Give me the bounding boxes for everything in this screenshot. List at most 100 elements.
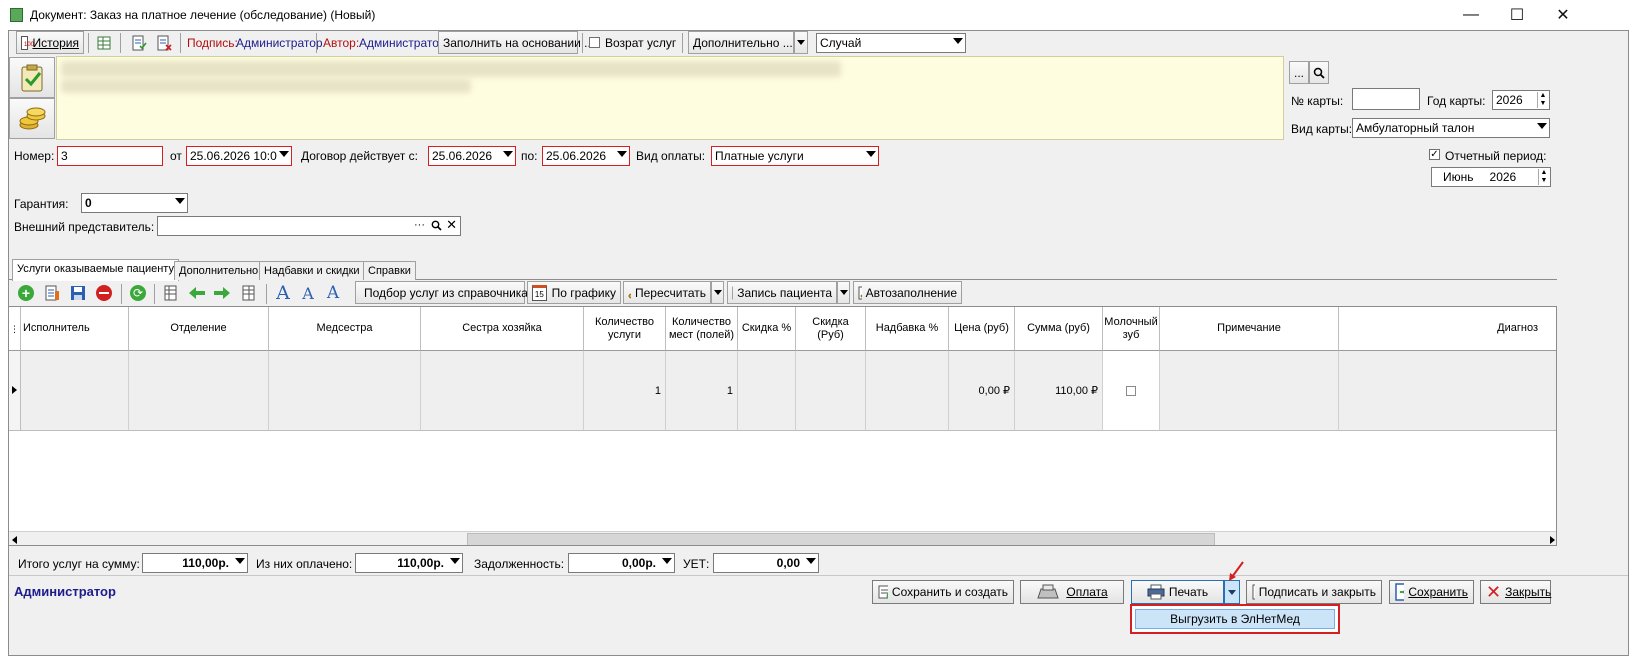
close-icon[interactable]: ✕	[1540, 0, 1586, 30]
history-button[interactable]: 100 История	[16, 31, 84, 54]
sign-value[interactable]: Администратор	[236, 36, 323, 50]
patient-appointment-button[interactable]: Запись пациента	[727, 281, 837, 304]
date-from-input[interactable]: 25.06.2026 10:0	[186, 146, 292, 166]
col-header-discount-rub[interactable]: Скидка (Руб)	[796, 307, 866, 351]
paid-field[interactable]: 110,00р.	[355, 553, 463, 573]
save-icon[interactable]	[67, 282, 89, 304]
minimize-icon[interactable]: —	[1448, 0, 1494, 30]
font-reset-icon[interactable]: A	[322, 282, 344, 304]
payment-button[interactable]: Оплата	[1020, 580, 1124, 604]
card-type-select[interactable]: Амбулаторный талон	[1352, 118, 1550, 138]
row-selector[interactable]	[9, 351, 21, 431]
tab-surcharges[interactable]: Надбавки и скидки	[259, 261, 365, 280]
col-header-surcharge-pct[interactable]: Надбавка %	[866, 307, 949, 351]
extra-dropdown-button[interactable]	[794, 31, 808, 54]
cell-places[interactable]: 1	[666, 351, 738, 431]
scroll-left-icon[interactable]	[12, 536, 17, 544]
debt-field[interactable]: 0,00р.	[568, 553, 675, 573]
card-more-button[interactable]: ...	[1289, 61, 1309, 84]
autofill-button[interactable]: Автозаполнение	[853, 281, 962, 304]
columns-icon[interactable]	[160, 282, 182, 304]
cell-discount-rub[interactable]	[796, 351, 866, 431]
cell-diagnosis[interactable]	[1339, 351, 1556, 431]
cell-quantity[interactable]: 1	[584, 351, 666, 431]
uncheck-list-icon[interactable]	[153, 32, 175, 54]
cell-discount-pct[interactable]	[738, 351, 796, 431]
clear-icon[interactable]: ✕	[446, 217, 457, 233]
number-input[interactable]: 3	[57, 146, 163, 166]
font-smaller-icon[interactable]: A	[297, 282, 319, 304]
cell-nurse[interactable]	[269, 351, 421, 431]
spinner-arrows-icon[interactable]: ▲ ▼	[1537, 92, 1548, 108]
cell-performer[interactable]	[21, 351, 129, 431]
col-header-discount-pct[interactable]: Скидка %	[738, 307, 796, 351]
fill-basis-button[interactable]: Заполнить на основании ...	[438, 31, 594, 54]
col-header-nurse[interactable]: Медсестра	[269, 307, 421, 351]
tab-additional[interactable]: Дополнительно	[174, 261, 264, 280]
col-header-sum[interactable]: Сумма (руб)	[1015, 307, 1103, 351]
refund-checkbox[interactable]	[589, 37, 600, 48]
cell-price[interactable]: 0,00 ₽	[949, 351, 1015, 431]
tab-services[interactable]: Услуги оказываемые пациенту	[12, 259, 179, 281]
spinner-arrows-icon[interactable]: ▲ ▼	[1538, 169, 1549, 185]
arrow-left-icon[interactable]	[186, 282, 208, 304]
card-year-spinner[interactable]: 2026 ▲ ▼	[1492, 90, 1550, 110]
more-icon[interactable]: ···	[414, 219, 425, 231]
clipboard-button[interactable]	[9, 57, 55, 98]
card-no-input[interactable]	[1352, 88, 1420, 110]
pick-services-button[interactable]: Подбор услуг из справочника	[355, 281, 528, 304]
save-and-create-button[interactable]: Сохранить и создать	[872, 580, 1014, 604]
refresh-icon[interactable]: ⟳	[127, 282, 149, 304]
checklist-icon[interactable]	[128, 32, 150, 54]
uet-field[interactable]: 0,00	[713, 553, 819, 573]
scroll-right-icon[interactable]	[1550, 536, 1555, 544]
col-header-head-nurse[interactable]: Сестра хозяйка	[421, 307, 584, 351]
sign-and-close-button[interactable]: Подписать и закрыть	[1246, 580, 1382, 604]
col-header-quantity[interactable]: Количество услуги	[584, 307, 666, 351]
milk-tooth-checkbox[interactable]	[1126, 385, 1136, 396]
arrow-right-icon[interactable]	[211, 282, 233, 304]
cell-department[interactable]	[129, 351, 269, 431]
col-header-diagnosis[interactable]: Диагноз	[1339, 307, 1556, 351]
guarantee-select[interactable]: 0	[81, 193, 188, 213]
recalculate-button[interactable]: Пересчитать	[623, 281, 711, 304]
total-field[interactable]: 110,00р.	[142, 553, 248, 573]
row-selector-header[interactable]: ⋮	[9, 307, 21, 351]
export-elnetmed-menu-item[interactable]: Выгрузить в ЭлНетМед	[1135, 609, 1335, 629]
tab-certificates[interactable]: Справки	[363, 261, 416, 280]
col-header-note[interactable]: Примечание	[1160, 307, 1339, 351]
col-header-milk-tooth[interactable]: Молочный зуб	[1103, 307, 1160, 351]
extra-button[interactable]: Дополнительно ...	[688, 31, 794, 54]
print-button[interactable]: Печать	[1131, 580, 1224, 604]
cell-sum[interactable]: 110,00 ₽	[1015, 351, 1103, 431]
close-button[interactable]: ✕ Закрыть	[1480, 580, 1551, 604]
recalculate-dropdown[interactable]	[711, 281, 724, 304]
cell-surcharge-pct[interactable]	[866, 351, 949, 431]
maximize-icon[interactable]: ☐	[1494, 0, 1540, 30]
cell-head-nurse[interactable]	[421, 351, 584, 431]
horizontal-scrollbar[interactable]	[9, 531, 1556, 545]
cell-milk-tooth[interactable]	[1103, 351, 1160, 431]
author-value[interactable]: Администратор	[359, 36, 446, 50]
save-button[interactable]: Сохранить	[1389, 580, 1474, 604]
edit-list-icon[interactable]	[41, 282, 63, 304]
col-header-department[interactable]: Отделение	[129, 307, 269, 351]
card-search-button[interactable]	[1309, 61, 1329, 84]
columns-settings-icon[interactable]	[238, 282, 260, 304]
search-icon[interactable]	[431, 220, 442, 234]
external-rep-input[interactable]: ··· ✕	[157, 216, 461, 236]
col-header-places[interactable]: Количество мест (полей)	[666, 307, 738, 351]
appointment-dropdown[interactable]	[837, 281, 850, 304]
col-header-price[interactable]: Цена (руб)	[949, 307, 1015, 351]
delete-icon[interactable]	[93, 282, 115, 304]
scrollbar-thumb[interactable]	[467, 533, 1215, 545]
table-icon[interactable]	[93, 32, 115, 54]
cell-note[interactable]	[1160, 351, 1339, 431]
by-schedule-button[interactable]: 15 По графику	[527, 281, 621, 304]
col-header-performer[interactable]: Исполнитель	[21, 307, 129, 351]
report-period-checkbox[interactable]: ✓	[1429, 149, 1440, 160]
report-period-spinner[interactable]: Июнь 2026 ▲ ▼	[1431, 167, 1551, 187]
contract-from-input[interactable]: 25.06.2026	[428, 146, 516, 166]
case-select[interactable]: Случай	[816, 33, 966, 53]
coins-button[interactable]	[9, 98, 55, 139]
